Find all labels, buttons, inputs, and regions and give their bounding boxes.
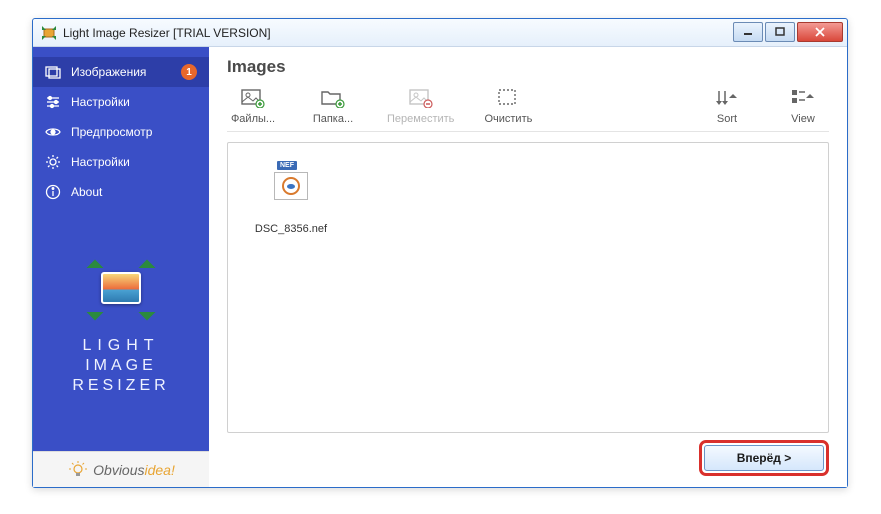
file-thumbnail: NEF <box>274 161 308 199</box>
sidebar-item-preview[interactable]: Предпросмотр <box>33 117 209 147</box>
page-title: Images <box>227 57 829 77</box>
file-item[interactable]: NEF DSC_8356.nef <box>246 161 336 235</box>
toolbar-label: View <box>791 113 815 125</box>
remove-image-icon <box>409 87 433 109</box>
toolbar-label: Очистить <box>484 113 532 125</box>
images-badge: 1 <box>181 64 197 80</box>
view-icon <box>791 87 815 109</box>
sort-button[interactable]: Sort <box>701 87 753 125</box>
logo-text-line: RESIZER <box>72 376 169 396</box>
logo-image <box>89 262 153 318</box>
app-window: Light Image Resizer [TRIAL VERSION] Изоб… <box>32 18 848 488</box>
add-folder-icon <box>321 87 345 109</box>
folder-button[interactable]: Папка... <box>307 87 359 125</box>
sidebar-item-label: Настройки <box>71 155 197 169</box>
window-title: Light Image Resizer [TRIAL VERSION] <box>63 26 731 40</box>
sidebar: Изображения 1 Настройки Предпросмотр Нас… <box>33 47 209 487</box>
logo-text-line: LIGHT <box>72 336 169 356</box>
toolbar-label: Sort <box>717 113 737 125</box>
sidebar-item-label: About <box>71 185 197 199</box>
main-panel: Images Файлы... Папка... Переместить <box>209 47 847 487</box>
logo-text: LIGHT IMAGE RESIZER <box>72 336 169 396</box>
sidebar-item-settings-1[interactable]: Настройки <box>33 87 209 117</box>
minimize-button[interactable] <box>733 22 763 42</box>
app-icon <box>41 25 57 41</box>
clear-icon <box>496 87 520 109</box>
sliders-icon <box>45 94 61 110</box>
logo-text-line: IMAGE <box>72 356 169 376</box>
file-type-tag: NEF <box>277 161 297 170</box>
toolbar-label: Файлы... <box>231 113 275 125</box>
files-button[interactable]: Файлы... <box>227 87 279 125</box>
sidebar-item-label: Изображения <box>71 65 171 79</box>
toolbar-label: Папка... <box>313 113 353 125</box>
sidebar-logo: LIGHT IMAGE RESIZER <box>33 207 209 451</box>
window-body: Изображения 1 Настройки Предпросмотр Нас… <box>33 47 847 487</box>
sidebar-item-label: Настройки <box>71 95 197 109</box>
gear-icon <box>45 154 61 170</box>
window-controls <box>731 22 843 42</box>
sidebar-item-images[interactable]: Изображения 1 <box>33 57 209 87</box>
sidebar-nav: Изображения 1 Настройки Предпросмотр Нас… <box>33 47 209 207</box>
bottom-bar: Вперёд > <box>227 441 829 475</box>
info-icon <box>45 184 61 200</box>
brand-text: Obviousidea! <box>93 462 175 478</box>
add-image-icon <box>241 87 265 109</box>
next-button-highlight: Вперёд > <box>699 440 829 476</box>
lightbulb-icon <box>67 459 89 481</box>
sidebar-item-about[interactable]: About <box>33 177 209 207</box>
images-icon <box>45 64 61 80</box>
maximize-button[interactable] <box>765 22 795 42</box>
eye-icon <box>45 124 61 140</box>
sidebar-item-settings-2[interactable]: Настройки <box>33 147 209 177</box>
next-button[interactable]: Вперёд > <box>704 445 824 471</box>
toolbar: Файлы... Папка... Переместить Очистить <box>227 87 829 132</box>
sidebar-item-label: Предпросмотр <box>71 125 197 139</box>
toolbar-label: Переместить <box>387 113 454 125</box>
file-name: DSC_8356.nef <box>255 223 327 235</box>
brand-footer[interactable]: Obviousidea! <box>33 451 209 487</box>
titlebar: Light Image Resizer [TRIAL VERSION] <box>33 19 847 47</box>
clear-button[interactable]: Очистить <box>482 87 534 125</box>
view-button[interactable]: View <box>777 87 829 125</box>
file-list[interactable]: NEF DSC_8356.nef <box>227 142 829 433</box>
close-button[interactable] <box>797 22 843 42</box>
move-button: Переместить <box>387 87 454 125</box>
sort-icon <box>715 87 739 109</box>
